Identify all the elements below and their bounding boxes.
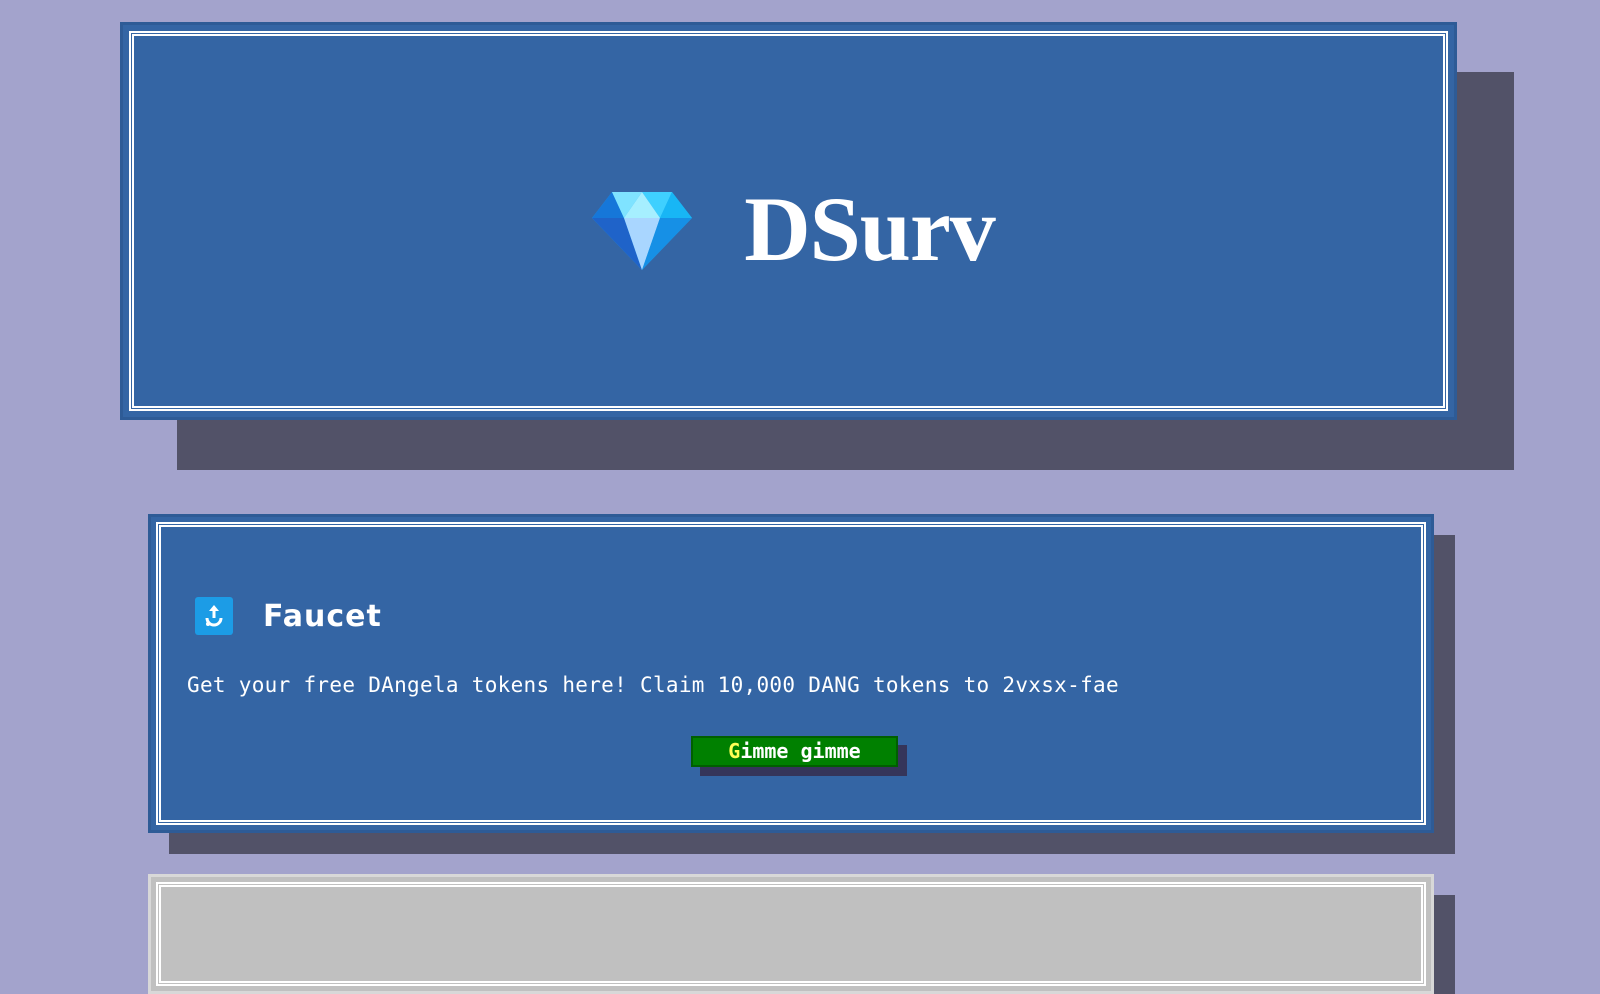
page-title: DSurv (744, 178, 996, 280)
faucet-title: Faucet (263, 598, 382, 634)
button-label-rest: imme gimme (740, 739, 861, 763)
header-banner: DSurv (120, 22, 1457, 420)
diamond-icon (592, 188, 693, 270)
brand: DSurv (123, 183, 1454, 275)
button-accent-letter: G (728, 739, 741, 763)
faucet-heading: Faucet (195, 597, 382, 635)
claim-tokens-button[interactable]: Gimme gimme (691, 736, 898, 767)
faucet-panel: Faucet Get your free DAngela tokens here… (148, 514, 1434, 833)
faucet-icon (195, 597, 233, 635)
next-panel-frame (156, 882, 1426, 986)
faucet-description: Get your free DAngela tokens here! Claim… (187, 673, 1119, 697)
next-panel (148, 874, 1434, 994)
